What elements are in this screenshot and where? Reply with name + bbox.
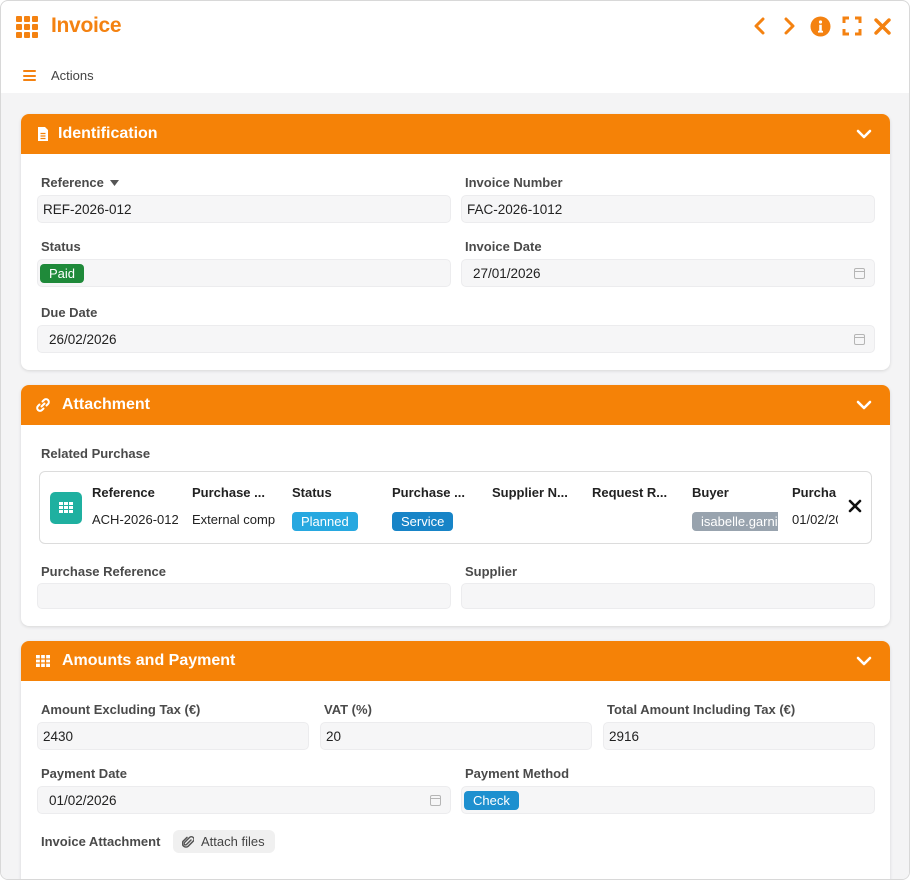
attachment-header[interactable]: Attachment [21,385,890,425]
identification-header[interactable]: Identification [21,114,890,154]
invoice-date-value: 27/01/2026 [473,265,541,281]
window-title: Invoice [51,14,122,37]
paperclip-icon [182,836,194,848]
title-bar: Invoice [1,1,909,53]
column-header-purchase-type: Purchase ... [392,485,465,500]
total-incl-tax-label: Total Amount Including Tax (€) [607,702,796,717]
cell-buyer: isabelle.garnier [692,512,778,531]
attachment-panel: Attachment Related Purchase Reference Pu… [21,385,890,626]
column-header-request: Request R... [592,485,668,500]
planned-badge: Planned [292,512,358,531]
amounts-title: Amounts and Payment [62,652,236,669]
caret-down-icon [109,179,119,186]
column-header-supplier: Supplier N... [492,485,568,500]
supplier-field [461,583,875,609]
column-header-purchase-date: Purcha [792,485,837,500]
invoice-date-field[interactable]: 27/01/2026 [461,259,875,287]
amount-excl-tax-label: Amount Excluding Tax (€) [41,702,201,717]
payment-method-label: Payment Method [465,766,570,781]
vat-value: 20 [326,728,342,744]
amounts-header[interactable]: Amounts and Payment [21,641,890,681]
table-icon [36,655,50,667]
identification-title: Identification [58,125,158,142]
invoice-date-label: Invoice Date [465,239,542,254]
related-purchase-card[interactable]: Reference Purchase ... Status Purchase .… [39,471,872,544]
calendar-icon[interactable] [854,334,865,345]
cell-purchase-type: Service [392,512,454,531]
info-icon[interactable] [810,15,831,37]
column-header-reference: Reference [92,485,155,500]
next-chevron-icon[interactable] [779,15,800,37]
calendar-icon[interactable] [430,795,441,806]
cell-purchase-object: External comp [192,512,276,527]
amounts-panel: Amounts and Payment Amount Excluding Tax… [21,641,890,879]
reference-field[interactable]: REF-2026-012 [37,195,451,223]
calendar-icon[interactable] [854,268,865,279]
actions-bar: Actions [1,61,909,91]
vat-field[interactable]: 20 [320,722,592,750]
related-purchase-label: Related Purchase [41,446,151,461]
invoice-number-label: Invoice Number [465,175,563,190]
status-badge: Paid [40,263,85,283]
chevron-down-icon[interactable] [856,127,872,141]
column-header-status: Status [292,485,332,500]
attachment-title: Attachment [62,396,151,413]
reference-value: REF-2026-012 [43,201,132,217]
status-label: Status [41,239,81,254]
reference-label-text: Reference [41,175,104,190]
grid-record-icon [50,492,82,524]
due-date-value: 26/02/2026 [49,331,117,347]
previous-chevron-icon[interactable] [748,15,769,37]
payment-date-label: Payment Date [41,766,127,781]
chevron-down-icon[interactable] [856,654,872,668]
attach-files-button[interactable]: Attach files [173,830,275,853]
payment-method-badge: Check [464,790,519,810]
service-badge: Service [392,512,454,531]
fullscreen-icon[interactable] [841,15,862,37]
link-icon [36,398,50,412]
close-icon[interactable] [872,15,893,37]
total-incl-tax-value: 2916 [609,728,640,744]
attach-files-label: Attach files [201,834,265,849]
status-field[interactable]: Paid [37,259,451,287]
purchase-reference-label: Purchase Reference [41,564,167,579]
column-header-buyer: Buyer [692,485,729,500]
amount-excl-tax-field[interactable]: 2430 [37,722,309,750]
total-incl-tax-field: 2916 [603,722,875,750]
document-icon [38,127,48,141]
cell-purchase-date: 01/02/2026 [792,512,838,527]
cell-reference: ACH-2026-012 [92,512,178,527]
cell-status: Planned [292,512,358,531]
chevron-down-icon[interactable] [856,398,872,412]
column-header-purchase-object: Purchase ... [192,485,265,500]
payment-date-value: 01/02/2026 [49,792,117,808]
actions-menu[interactable]: Actions [51,68,94,83]
identification-panel: Identification Reference REF-2026-012 In… [21,114,890,370]
reference-label[interactable]: Reference [41,175,119,190]
purchase-reference-field [37,583,451,609]
invoice-number-field[interactable]: FAC-2026-1012 [461,195,875,223]
amount-excl-tax-value: 2430 [43,728,74,744]
hamburger-menu-icon[interactable] [23,70,36,81]
grid-app-icon [16,16,40,38]
buyer-badge: isabelle.garnier [692,512,778,531]
remove-link-icon[interactable] [847,498,863,514]
vat-label: VAT (%) [324,702,372,717]
due-date-field[interactable]: 26/02/2026 [37,325,875,353]
invoice-window: Invoice Actions Identification Reference… [0,0,910,880]
title-bar-controls [748,15,893,37]
supplier-label: Supplier [465,564,518,579]
invoice-attachment-label: Invoice Attachment [41,834,161,849]
payment-date-field[interactable]: 01/02/2026 [37,786,451,814]
invoice-number-value: FAC-2026-1012 [467,201,563,217]
due-date-label: Due Date [41,305,98,320]
form-content: Identification Reference REF-2026-012 In… [1,93,909,879]
payment-method-field[interactable]: Check [461,786,875,814]
